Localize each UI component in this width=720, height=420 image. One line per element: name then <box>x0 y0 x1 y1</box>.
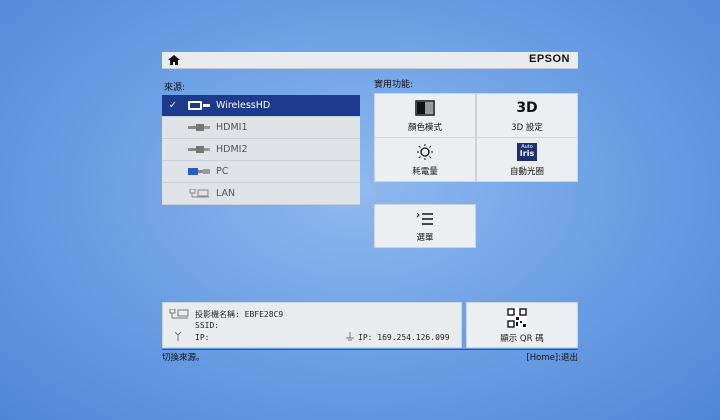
qr-label: 顯示 QR 碼 <box>500 334 544 344</box>
status-exit-hint: [Home]:退出 <box>526 353 578 363</box>
source-label: HDMI1 <box>216 122 248 133</box>
show-qr-code-button[interactable]: 顯示 QR 碼 <box>466 302 578 348</box>
source-item-hdmi2[interactable]: HDMI2 <box>162 139 360 161</box>
tile-label: 顏色模式 <box>407 122 442 133</box>
status-divider <box>162 349 578 350</box>
auto-iris-icon-iris: Iris <box>519 149 535 158</box>
top-bar: EPSON <box>162 52 578 69</box>
3d-icon: 3D <box>516 99 538 116</box>
source-item-lan[interactable]: LAN <box>162 183 360 205</box>
check-icon: ✓ <box>168 100 178 111</box>
lan-ip-address: IP: 169.254.126.099 <box>358 333 450 342</box>
tile-label: 3D 設定 <box>511 122 543 133</box>
auto-iris-button[interactable]: Auto Iris 自動光圈 <box>476 137 578 182</box>
3d-settings-button[interactable]: 3D 3D 設定 <box>476 93 578 138</box>
color-mode-icon <box>415 99 435 116</box>
projector-name: 投影機名稱: EBFE28C9 <box>195 310 284 319</box>
features-section-label: 實用功能: <box>374 80 414 90</box>
auto-iris-icon: Auto Iris <box>517 142 537 161</box>
tile-label: 選單 <box>416 233 434 243</box>
source-label: PC <box>216 166 229 177</box>
tile-label: 自動光圈 <box>509 166 544 177</box>
power-consumption-button[interactable]: 耗電量 <box>374 137 476 182</box>
color-mode-button[interactable]: 顏色模式 <box>374 93 476 138</box>
brand-logo: EPSON <box>528 53 570 65</box>
qr-code-icon <box>507 308 527 328</box>
source-list: ✓ WirelessHD HDMI1 HDMI2 PC LAN <box>162 95 360 205</box>
hdmi-icon <box>188 124 210 131</box>
ip-label: IP: <box>195 333 210 342</box>
menu-list-icon <box>416 212 433 225</box>
power-consumption-icon <box>417 143 433 160</box>
ssid-label: SSID: <box>195 321 220 330</box>
menu-button[interactable]: 選單 <box>374 204 476 248</box>
projector-info-panel: 投影機名稱: EBFE28C9 SSID: IP: IP: 169.254.12… <box>162 302 462 348</box>
hdmi-wireless-icon <box>188 101 210 110</box>
source-section-label: 來源: <box>164 83 186 93</box>
lan-ip-icon <box>346 332 354 341</box>
network-icon <box>189 189 209 198</box>
source-label: HDMI2 <box>216 144 248 155</box>
vga-icon <box>188 168 210 175</box>
hdmi-icon <box>188 146 210 153</box>
status-hint: 切換來源。 <box>162 353 205 363</box>
home-icon[interactable] <box>168 55 180 65</box>
source-label: WirelessHD <box>216 100 271 111</box>
source-item-wirelesshd[interactable]: ✓ WirelessHD <box>162 95 360 117</box>
source-label: LAN <box>216 188 236 199</box>
source-item-hdmi1[interactable]: HDMI1 <box>162 117 360 139</box>
network-icon <box>169 309 189 319</box>
tile-label: 耗電量 <box>412 166 438 177</box>
wifi-antenna-icon <box>175 332 182 341</box>
source-item-pc[interactable]: PC <box>162 161 360 183</box>
